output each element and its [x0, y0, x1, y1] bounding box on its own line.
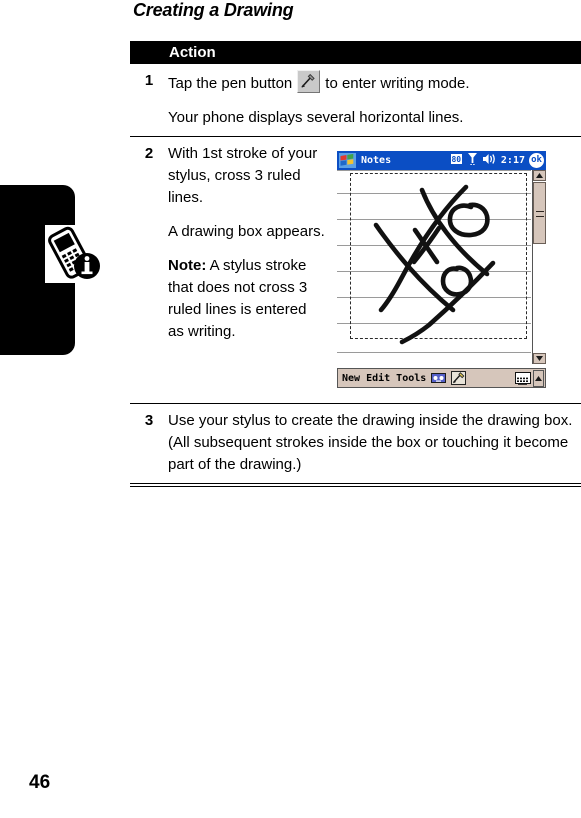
- pda-vertical-scrollbar[interactable]: [532, 170, 546, 364]
- connectivity-icon[interactable]: 80: [449, 152, 463, 170]
- step2-text-column: With 1st stroke of your stylus, cross 3 …: [168, 143, 326, 343]
- pda-note-page[interactable]: [337, 170, 531, 364]
- windows-flag-icon: [339, 153, 356, 168]
- step-body: Tap the pen button to enter writing mode…: [168, 64, 581, 136]
- pda-status-area: 80 2:17 ok: [449, 151, 544, 170]
- sidebar: Learning to Use Your MPx Pocket PC Phone…: [0, 0, 130, 818]
- page-title: Creating a Drawing: [133, 0, 294, 20]
- procedure-table: Action 1 Tap the pen button to enter wri…: [130, 41, 581, 487]
- main-content: Creating a Drawing Action 1 Tap the pen …: [130, 0, 581, 818]
- table-row: 3 Use your stylus to create the drawing …: [130, 404, 581, 483]
- step-body: With 1st stroke of your stylus, cross 3 …: [168, 137, 581, 403]
- step1-result: Your phone displays several horizontal l…: [168, 109, 464, 126]
- pda-app-title: Notes: [361, 155, 392, 166]
- note-label: Note:: [168, 257, 207, 274]
- scroll-thumb-grip: [536, 211, 544, 217]
- table-bottom-double-rule: [130, 483, 581, 487]
- step2-note: Note: A stylus stroke that does not cros…: [168, 255, 326, 343]
- input-panel-arrow-icon[interactable]: [533, 369, 544, 387]
- tic-tac-toe-sketch: [373, 184, 496, 345]
- scroll-down-arrow-icon[interactable]: [533, 353, 546, 364]
- svg-text:80: 80: [451, 155, 461, 164]
- table-row: 1 Tap the pen button to enter writing mo…: [130, 64, 581, 137]
- pda-note-canvas[interactable]: [337, 170, 546, 364]
- step3-instruction: Use your stylus to create the drawing in…: [168, 412, 573, 473]
- signal-icon[interactable]: [467, 152, 478, 170]
- step-number: 2: [144, 145, 154, 162]
- keyboard-icon[interactable]: [515, 372, 531, 385]
- pda-titlebar: Notes 80 2:17 ok: [337, 151, 546, 170]
- pda-menu-bar-labels[interactable]: New Edit Tools: [342, 373, 426, 384]
- step-number: 3: [144, 412, 154, 429]
- phone-info-icon: [45, 225, 103, 283]
- table-header-action: Action: [169, 44, 216, 61]
- pda-bottom-toolbar[interactable]: New Edit Tools: [337, 368, 546, 388]
- step-number: 1: [144, 72, 154, 89]
- volume-icon[interactable]: [482, 152, 497, 170]
- pen-button-icon[interactable]: [297, 70, 321, 93]
- pda-input-panel-group[interactable]: [515, 369, 544, 387]
- page-number: 46: [29, 772, 51, 793]
- step-body: Use your stylus to create the drawing in…: [168, 404, 581, 483]
- step1-text-before: Tap the pen button: [168, 75, 293, 92]
- step1-text-after: to enter writing mode.: [325, 75, 470, 92]
- pda-ok-button[interactable]: ok: [529, 153, 544, 168]
- pen-tool-icon[interactable]: [451, 371, 467, 385]
- step1-instruction: Tap the pen button to enter writing mode…: [168, 70, 577, 95]
- step2-screenshot-column: Notes 80 2:17 ok New Edit Tools: [326, 143, 577, 396]
- table-header-row: Action: [130, 41, 581, 64]
- table-row: 2 With 1st stroke of your stylus, cross …: [130, 137, 581, 404]
- recording-icon[interactable]: [431, 371, 447, 385]
- step2-instruction: With 1st stroke of your stylus, cross 3 …: [168, 145, 318, 206]
- pda-clock[interactable]: 2:17: [501, 155, 525, 166]
- scroll-up-arrow-icon[interactable]: [533, 170, 546, 181]
- pda-screenshot: Notes 80 2:17 ok New Edit Tools: [333, 146, 550, 396]
- scroll-thumb[interactable]: [533, 182, 546, 244]
- step2-result: A drawing box appears.: [168, 223, 325, 240]
